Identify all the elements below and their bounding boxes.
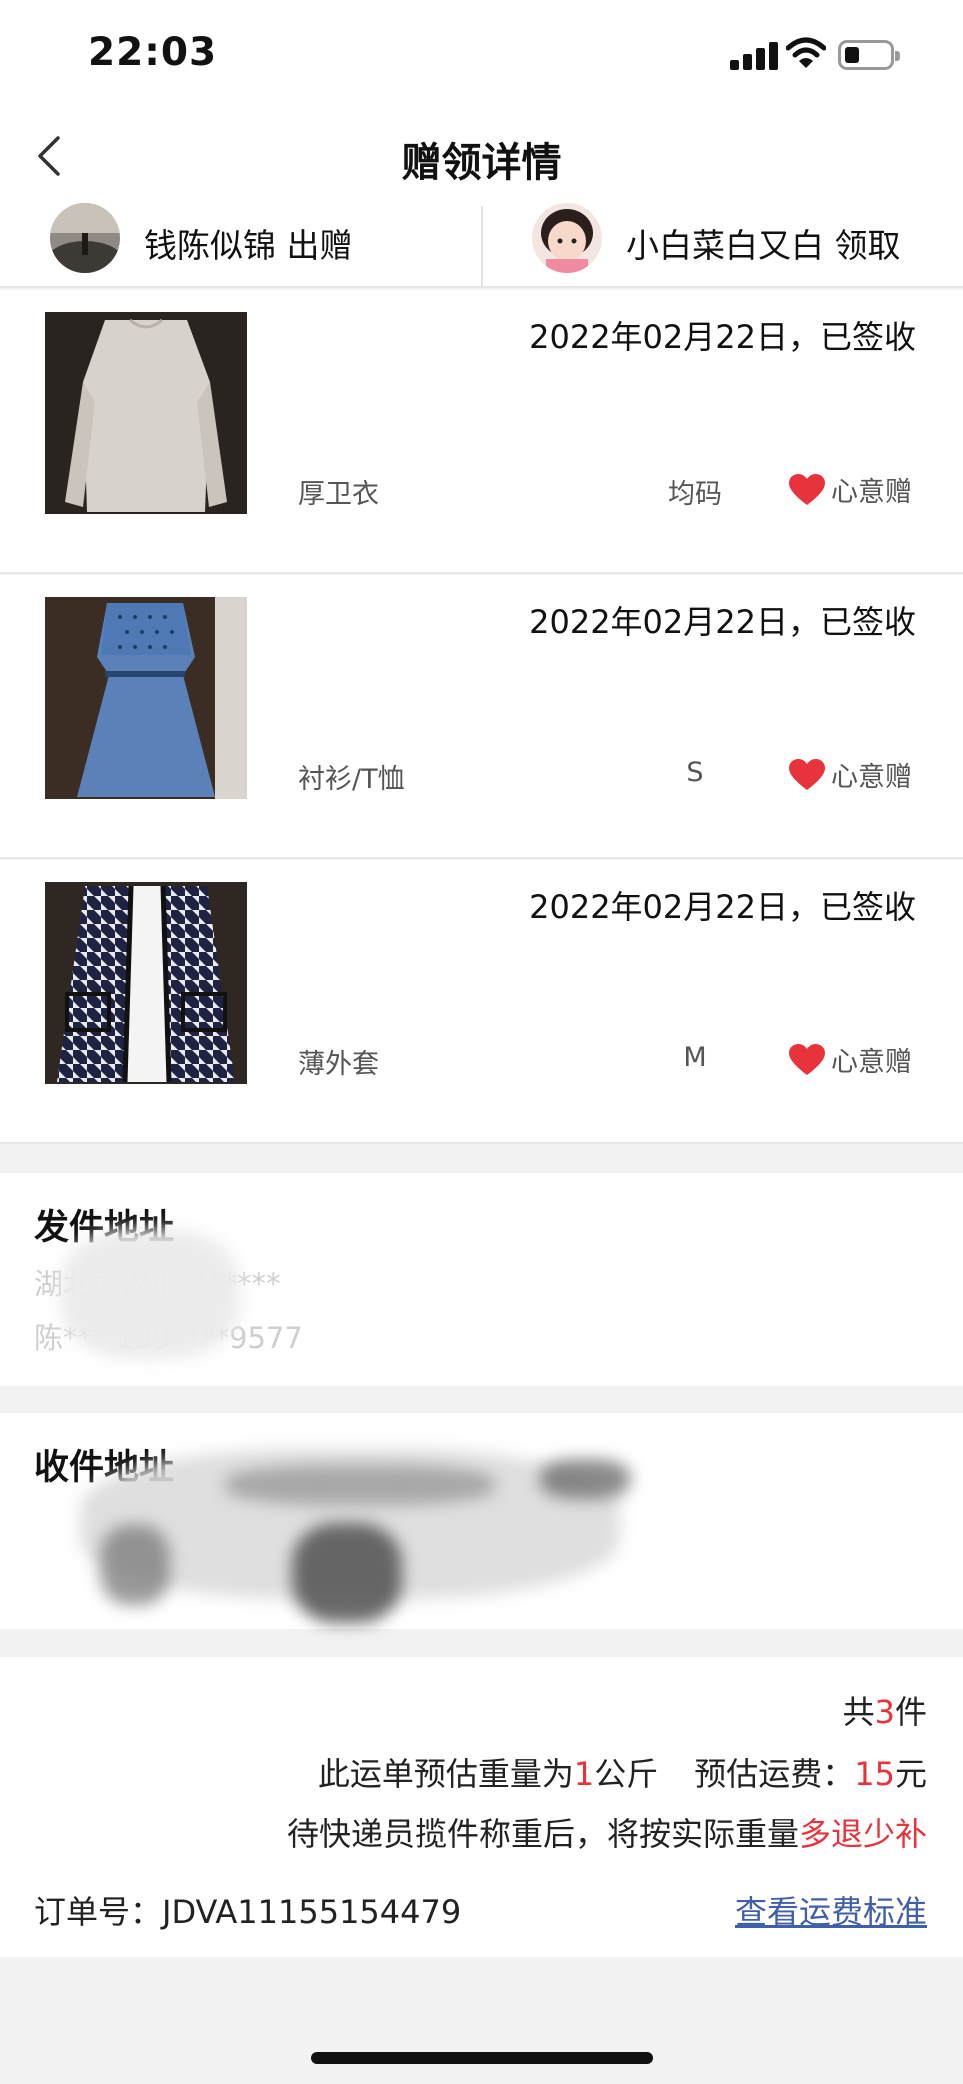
privacy-blur [225,1465,495,1505]
item-size: M [683,1042,707,1073]
item-tag-label: 心意赠 [831,477,912,508]
gift-item[interactable]: 2022年02月22日，已签收 薄外套 M 心意赠 [0,860,963,1144]
item-date-status: 2022年02月22日，已签收 [529,603,916,641]
item-size: 均码 [668,479,722,510]
item-date-status: 2022年02月22日，已签收 [529,888,916,926]
wifi-icon [786,37,826,68]
page-title: 赠领详情 [401,140,562,186]
item-count: 共3件 [842,1693,927,1731]
receiver-text: 小白菜白又白 领取 [626,226,901,265]
nav-bar: 赠领详情 [0,110,963,200]
giver-info[interactable]: 钱陈似锦 出赠 [50,200,353,286]
order-summary: 共3件 此运单预估重量为1公斤 预估运费：15元 待快递员揽件称重后，将按实际重量… [0,1657,963,1957]
status-bar: 22:03 [0,0,963,110]
heart-icon [789,473,825,505]
privacy-blur [60,1229,240,1359]
home-indicator[interactable] [311,2052,653,2064]
item-category: 薄外套 [298,1049,379,1080]
cellular-signal-icon [730,40,778,70]
giver-text: 钱陈似锦 出赠 [144,226,353,265]
item-thumbnail[interactable] [45,312,247,514]
receiver-address-card: 收件地址 [0,1413,963,1629]
heart-icon [789,758,825,790]
privacy-blur [540,1459,630,1499]
item-thumbnail[interactable] [45,597,247,799]
item-tag: 心意赠 [789,1040,912,1079]
item-category: 衬衫/T恤 [298,764,405,795]
item-date-status: 2022年02月22日，已签收 [529,318,916,356]
item-size: S [686,757,704,788]
privacy-blur [100,1525,170,1605]
giver-avatar[interactable] [50,203,120,273]
item-tag: 心意赠 [789,470,912,509]
heart-icon [789,1043,825,1075]
weight-note-row: 待快递员揽件称重后，将按实际重量多退少补 [286,1815,927,1853]
privacy-blur [292,1523,402,1623]
item-category: 厚卫衣 [298,479,379,510]
page: 22:03 赠领详情 钱陈似锦 出赠 小白菜白又白 领取 2022年02月22日… [0,0,963,2084]
item-tag: 心意赠 [789,755,912,794]
gift-item[interactable]: 2022年02月22日，已签收 衬衫/T恤 S 心意赠 [0,575,963,859]
gift-item[interactable]: 2022年02月22日，已签收 厚卫衣 均码 心意赠 [0,290,963,574]
order-number: 订单号：JDVA11155154479 [34,1893,462,1931]
item-thumbnail[interactable] [45,882,247,1084]
party-divider [481,206,483,286]
receiver-info[interactable]: 小白菜白又白 领取 [532,200,901,286]
item-tag-label: 心意赠 [831,1047,912,1078]
weight-fee-row: 此运单预估重量为1公斤 预估运费：15元 [317,1755,927,1793]
status-time: 22:03 [88,30,218,75]
item-tag-label: 心意赠 [831,762,912,793]
fee-standard-link[interactable]: 查看运费标准 [735,1887,927,1933]
receiver-avatar[interactable] [532,203,602,273]
parties-header: 钱陈似锦 出赠 小白菜白又白 领取 [0,200,963,288]
sender-address-card: 发件地址 湖北武汉市******* 陈*** 139****9577 [0,1173,963,1386]
battery-icon [838,40,900,70]
